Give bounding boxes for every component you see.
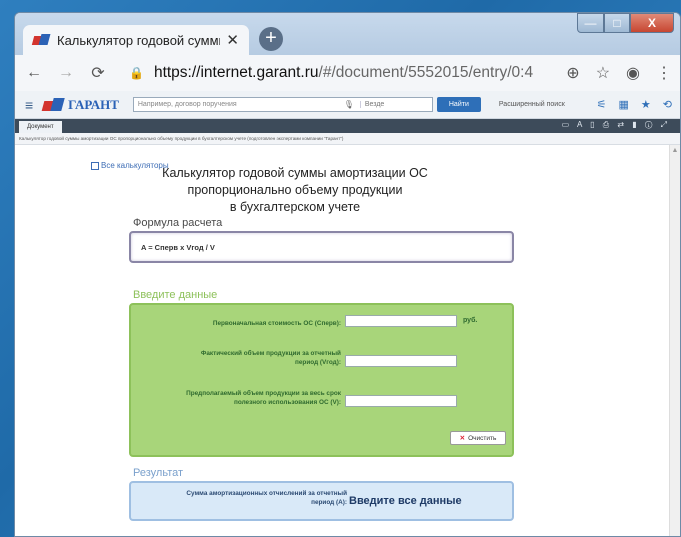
- field2-label-line2: период (Vгод):: [295, 359, 341, 366]
- expected-volume-input[interactable]: [345, 395, 457, 407]
- filter-icon[interactable]: ⚟: [597, 98, 607, 111]
- result-text-line2: период (А):: [311, 499, 347, 506]
- url-field[interactable]: 🔒 https://internet.garant.ru /#/document…: [129, 64, 533, 82]
- lock-icon: 🔒: [129, 66, 144, 80]
- tab-close-icon[interactable]: ✕: [226, 31, 239, 49]
- result-text: Сумма амортизационных отчислений за отче…: [137, 489, 347, 507]
- garant-logo-mark-icon: [43, 98, 65, 112]
- scrollbar[interactable]: ▲: [669, 145, 680, 536]
- field1-label: Первоначальная стоимость ОС (Сперв):: [212, 320, 341, 327]
- tab-bar: Калькулятор годовой суммы ам ✕ + — □ X: [15, 13, 680, 55]
- window-controls: — □ X: [577, 13, 674, 33]
- formula-heading: Формула расчета: [133, 217, 223, 229]
- back-arrow-icon[interactable]: ←: [21, 64, 47, 82]
- initial-cost-input[interactable]: [345, 315, 457, 327]
- menu-dots-icon[interactable]: ⋮: [656, 63, 672, 83]
- field3-label-line1: Предполагаемый объем продукции за весь с…: [186, 390, 341, 397]
- tab-title: Калькулятор годовой суммы ам: [57, 32, 220, 48]
- field3-label: Предполагаемый объем продукции за весь с…: [141, 389, 341, 407]
- result-heading: Результат: [133, 467, 184, 479]
- notifications-icon[interactable]: ★: [641, 98, 651, 111]
- history-icon[interactable]: ⟲: [663, 98, 672, 111]
- clear-button-label: Очистить: [468, 434, 497, 442]
- url-host: https://internet.garant.ru: [153, 64, 319, 81]
- clear-x-icon: ✕: [459, 435, 466, 442]
- browser-window: Калькулятор годовой суммы ам ✕ + — □ X ←…: [14, 12, 681, 537]
- garant-search-input[interactable]: Например, договор поручения 🎙 Везде: [132, 97, 433, 112]
- input-panel: Первоначальная стоимость ОС (Сперв): руб…: [129, 303, 514, 457]
- minimize-button[interactable]: —: [577, 13, 604, 33]
- profile-icon[interactable]: ◉: [626, 63, 640, 83]
- forward-arrow-icon[interactable]: →: [53, 64, 79, 82]
- scroll-up-icon[interactable]: ▲: [670, 147, 680, 154]
- title-line-1: Калькулятор годовой суммы амортизации ОС: [162, 166, 428, 180]
- document-tools-icon[interactable]: ▭ A ▯ ⎙ ⇄ ▮ ⓘ ⤢: [562, 120, 670, 130]
- field3-label-line2: полезного использования ОС (V):: [233, 399, 341, 406]
- bookmark-star-icon[interactable]: ☆: [596, 63, 610, 83]
- search-scope-select[interactable]: Везде: [359, 101, 426, 108]
- hamburger-menu-icon[interactable]: ≡: [25, 97, 33, 113]
- input-heading: Введите данные: [133, 289, 218, 301]
- result-text-line1: Сумма амортизационных отчислений за отче…: [186, 490, 347, 497]
- url-path: /#/document/5552015/entry/0:4: [318, 64, 534, 81]
- microphone-icon[interactable]: 🎙: [344, 100, 354, 109]
- maximize-button[interactable]: □: [604, 13, 630, 33]
- breadcrumb: Калькулятор годовой суммы амортизации ОС…: [15, 133, 680, 145]
- field1-unit: руб.: [463, 317, 478, 324]
- new-tab-button[interactable]: +: [259, 27, 283, 51]
- garant-logo[interactable]: ГАРАНТ: [43, 97, 119, 113]
- garant-favicon-icon: [33, 34, 49, 46]
- result-panel: Сумма амортизационных отчислений за отче…: [129, 481, 514, 521]
- clear-button[interactable]: ✕ Очистить: [450, 431, 506, 445]
- reload-icon[interactable]: ⟳: [85, 63, 111, 83]
- formula-box: A = Cперв x Vгод / V: [129, 231, 514, 263]
- calculator-content: Все калькуляторы Калькулятор годовой сум…: [15, 145, 671, 536]
- browser-tab[interactable]: Калькулятор годовой суммы ам ✕: [23, 25, 249, 55]
- address-bar: ← → ⟳ 🔒 https://internet.garant.ru /#/do…: [15, 55, 680, 91]
- document-strip: Документ ▭ A ▯ ⎙ ⇄ ▮ ⓘ ⤢: [15, 119, 680, 133]
- advanced-search-link[interactable]: Расширенный поиск: [499, 101, 565, 108]
- actual-volume-input[interactable]: [345, 355, 457, 367]
- bookmarks-icon[interactable]: ▦: [619, 98, 629, 111]
- field2-label: Фактический объем продукции за отчетный …: [141, 349, 341, 367]
- find-button[interactable]: Найти: [436, 97, 481, 112]
- garant-toolbar: ≡ ГАРАНТ Например, договор поручения 🎙 В…: [15, 91, 680, 119]
- field2-label-line1: Фактический объем продукции за отчетный: [200, 350, 341, 357]
- title-line-2: пропорционально объему продукции: [187, 183, 403, 197]
- calculator-icon: [91, 161, 99, 170]
- garant-logo-text: ГАРАНТ: [68, 96, 119, 112]
- page-title: Калькулятор годовой суммы амортизации ОС…: [155, 165, 435, 216]
- title-line-3: в бухгалтерском учете: [229, 200, 361, 214]
- document-tab[interactable]: Документ: [19, 121, 62, 133]
- zoom-icon[interactable]: ⊕: [566, 63, 579, 83]
- search-placeholder: Например, договор поручения: [137, 101, 237, 108]
- close-window-button[interactable]: X: [630, 13, 674, 33]
- result-value: Введите все данные: [349, 495, 462, 507]
